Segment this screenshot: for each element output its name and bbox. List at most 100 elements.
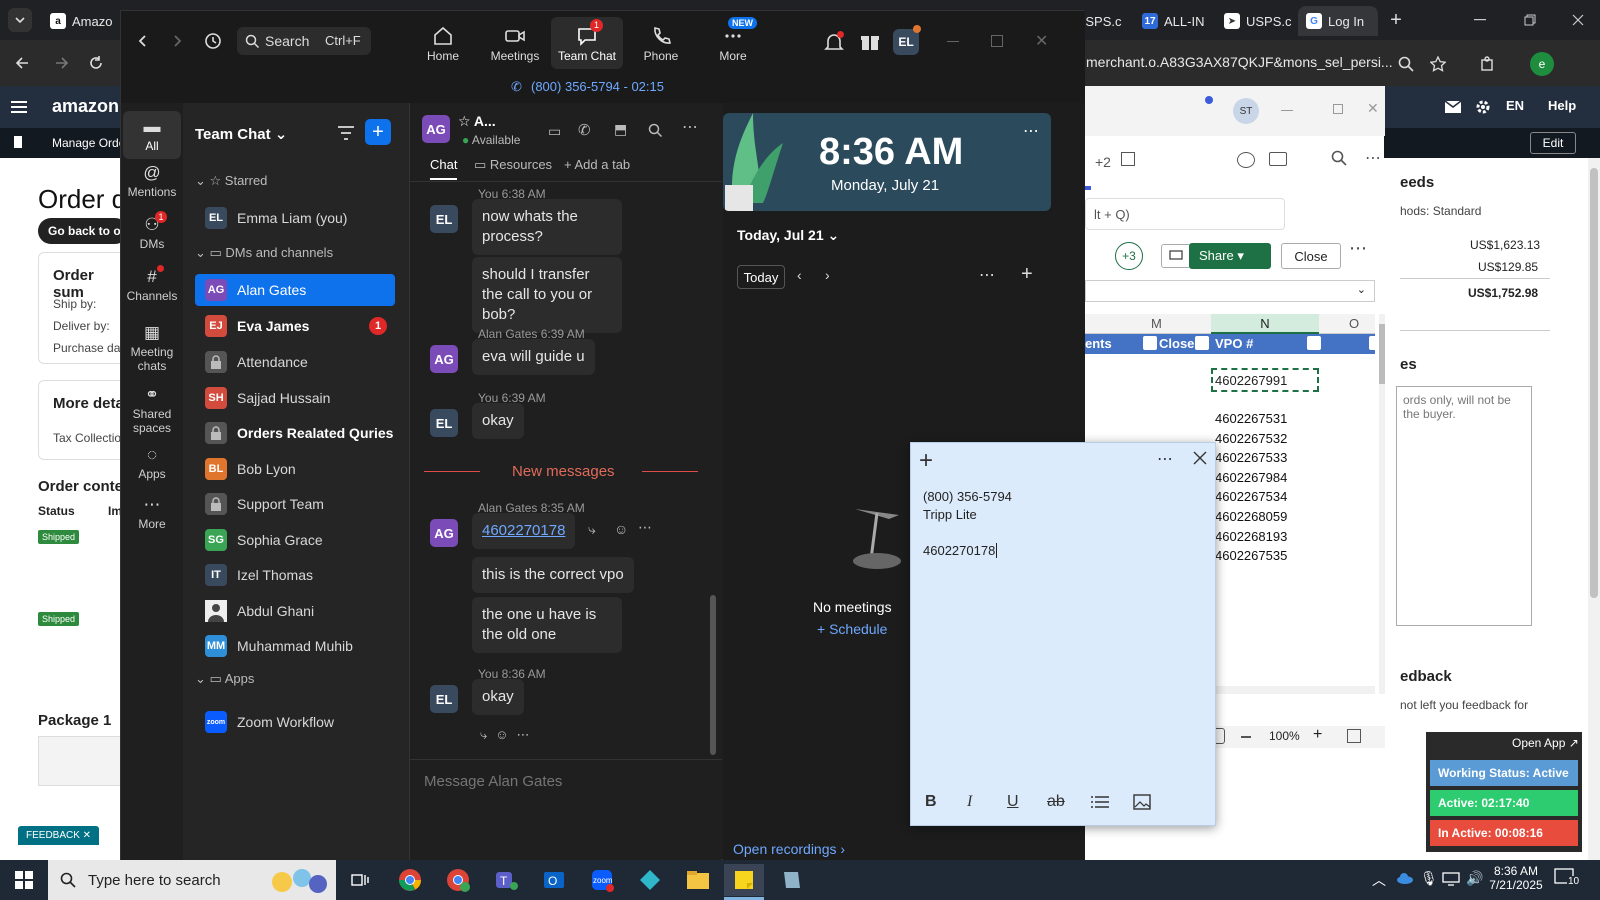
- tab-list-button[interactable]: [8, 8, 32, 32]
- message-composer[interactable]: [424, 767, 704, 795]
- filter-dropdown[interactable]: [1143, 336, 1157, 350]
- rail-all[interactable]: ▬ All: [123, 111, 181, 159]
- reload-button[interactable]: [86, 53, 106, 73]
- vpo-cell[interactable]: 4602267532: [1215, 431, 1319, 451]
- add-event-button[interactable]: +: [1021, 263, 1033, 286]
- new-chat-button[interactable]: +: [365, 119, 391, 145]
- task-view-button[interactable]: [340, 864, 380, 896]
- add-note-button[interactable]: +: [919, 447, 933, 475]
- start-button[interactable]: [4, 864, 44, 896]
- message-bubble[interactable]: should I transfer the call to you or bob…: [472, 257, 622, 333]
- vpo-cell[interactable]: 4602267531: [1215, 411, 1319, 431]
- vpo-cell[interactable]: 4602267984: [1215, 470, 1319, 490]
- zoom-lens-button[interactable]: [1396, 54, 1416, 74]
- share-button[interactable]: Share ▾: [1189, 243, 1271, 269]
- schedule-link[interactable]: + Schedule: [817, 621, 887, 637]
- more-icon[interactable]: ⋯: [1023, 121, 1039, 141]
- message-bubble[interactable]: now whats the process?: [472, 199, 622, 255]
- rail-meeting-chats[interactable]: ▦ Meeting chats: [123, 323, 181, 373]
- message-bubble[interactable]: eva will guide u: [472, 339, 595, 375]
- sticky-notes-taskbar-icon[interactable]: [724, 864, 764, 896]
- browser-tab[interactable]: 17 ALL-IN: [1134, 6, 1212, 36]
- contact-item[interactable]: MM Muhammad Muhib: [195, 630, 395, 662]
- nav-meetings[interactable]: Meetings: [479, 17, 551, 69]
- microphone-icon[interactable]: 🎙: [1420, 870, 1438, 887]
- sender-avatar[interactable]: EL: [430, 409, 458, 437]
- gift-button[interactable]: [859, 31, 881, 53]
- message-bubble[interactable]: okay: [472, 679, 524, 715]
- video-icon[interactable]: [1269, 152, 1287, 166]
- share-screen-icon[interactable]: ⬒: [614, 121, 627, 138]
- close-button[interactable]: Close: [1281, 243, 1341, 269]
- formula-bar[interactable]: ⌄: [1085, 280, 1375, 302]
- vpo-cell[interactable]: 4602267535: [1215, 548, 1319, 568]
- back-button[interactable]: [135, 33, 151, 49]
- rail-dms[interactable]: ⚇ 1 DMs: [123, 211, 181, 251]
- nav-more[interactable]: NEW More: [697, 17, 769, 69]
- vpo-cell[interactable]: 4602268059: [1215, 509, 1319, 529]
- new-tab-button[interactable]: +: [1386, 9, 1406, 31]
- column-o[interactable]: O: [1349, 316, 1359, 331]
- message-bubble[interactable]: the one u have is the old one: [472, 597, 622, 653]
- onedrive-icon[interactable]: [1396, 872, 1414, 886]
- close-note-button[interactable]: [1193, 451, 1207, 465]
- zoom-taskbar-icon[interactable]: zoom: [582, 864, 622, 896]
- bookmark-button[interactable]: [1428, 54, 1448, 74]
- vpo-cell[interactable]: 4602267533: [1215, 450, 1319, 470]
- phone-call-icon[interactable]: ✆: [578, 121, 591, 139]
- contact-item[interactable]: EJ Eva James 1: [195, 310, 395, 342]
- taskbar-search[interactable]: Type here to search: [48, 860, 336, 900]
- show-hidden-icons[interactable]: ︿: [1372, 870, 1386, 890]
- header-cell[interactable]: ents: [1085, 336, 1112, 351]
- chat-scrollbar[interactable]: [710, 595, 716, 755]
- rail-channels[interactable]: # Channels: [123, 265, 181, 303]
- team-chat-title[interactable]: Team Chat ⌄: [195, 125, 287, 143]
- app-taskbar-icon[interactable]: [630, 864, 670, 896]
- file-explorer-taskbar-icon[interactable]: [678, 864, 718, 896]
- menu-button[interactable]: [10, 98, 28, 116]
- back-button[interactable]: [12, 53, 32, 73]
- chat-avatar[interactable]: AG: [422, 115, 450, 143]
- minimize-icon[interactable]: [947, 41, 959, 42]
- search-icon[interactable]: [648, 123, 662, 137]
- collaborator-count[interactable]: +2: [1095, 154, 1111, 170]
- teams-taskbar-icon[interactable]: T: [486, 864, 526, 896]
- filter-dropdown[interactable]: [1195, 336, 1209, 350]
- minimize-button[interactable]: [1470, 10, 1490, 30]
- selected-cell[interactable]: 4602267991: [1211, 368, 1319, 392]
- message-bubble[interactable]: okay: [472, 403, 524, 439]
- note-line-active[interactable]: 4602270178: [923, 543, 998, 558]
- calendar-date-dropdown[interactable]: Today, Jul 21 ⌄: [737, 227, 839, 244]
- chrome-taskbar-icon[interactable]: [390, 864, 430, 896]
- sender-avatar[interactable]: AG: [430, 345, 458, 373]
- video-call-icon[interactable]: ▭: [548, 123, 561, 140]
- open-app-link[interactable]: Open App ↗: [1512, 736, 1579, 750]
- sender-avatar[interactable]: EL: [430, 205, 458, 233]
- underline-button[interactable]: U: [1007, 793, 1019, 811]
- contact-item[interactable]: Abdul Ghani: [195, 595, 395, 627]
- history-button[interactable]: [203, 31, 223, 51]
- outlook-taskbar-icon[interactable]: O: [534, 864, 574, 896]
- more-icon[interactable]: ⋯: [1365, 148, 1381, 168]
- extensions-button[interactable]: [1478, 54, 1498, 74]
- chat-contact-name[interactable]: ☆ A...: [458, 113, 496, 130]
- user-avatar[interactable]: ST: [1233, 98, 1259, 124]
- system-clock[interactable]: 8:36 AM 7/21/2025: [1488, 864, 1544, 892]
- reply-icon[interactable]: ⤷: [588, 521, 596, 538]
- tab-add[interactable]: + Add a tab: [564, 157, 630, 172]
- contact-item[interactable]: IT Izel Thomas: [195, 559, 395, 591]
- restore-button[interactable]: [1520, 10, 1540, 30]
- sender-avatar[interactable]: AG: [430, 519, 458, 547]
- notification-center-button[interactable]: 10: [1554, 868, 1581, 890]
- network-icon[interactable]: [1442, 872, 1460, 886]
- zoom-out-icon[interactable]: [1241, 736, 1251, 738]
- header-cell[interactable]: VPO #: [1215, 336, 1253, 351]
- message-actions[interactable]: ⤷☺⋯: [480, 727, 538, 743]
- bullet-list-button[interactable]: [1091, 795, 1109, 809]
- open-recordings-link[interactable]: Open recordings ›: [733, 841, 845, 857]
- browser-tab[interactable]: ➤ USPS.c: [1216, 6, 1300, 36]
- nav-team-chat[interactable]: 1 Team Chat: [551, 17, 623, 69]
- contact-item[interactable]: BL Bob Lyon: [195, 453, 395, 485]
- next-day-icon[interactable]: ›: [825, 267, 830, 283]
- rail-mentions[interactable]: @ Mentions: [123, 163, 181, 199]
